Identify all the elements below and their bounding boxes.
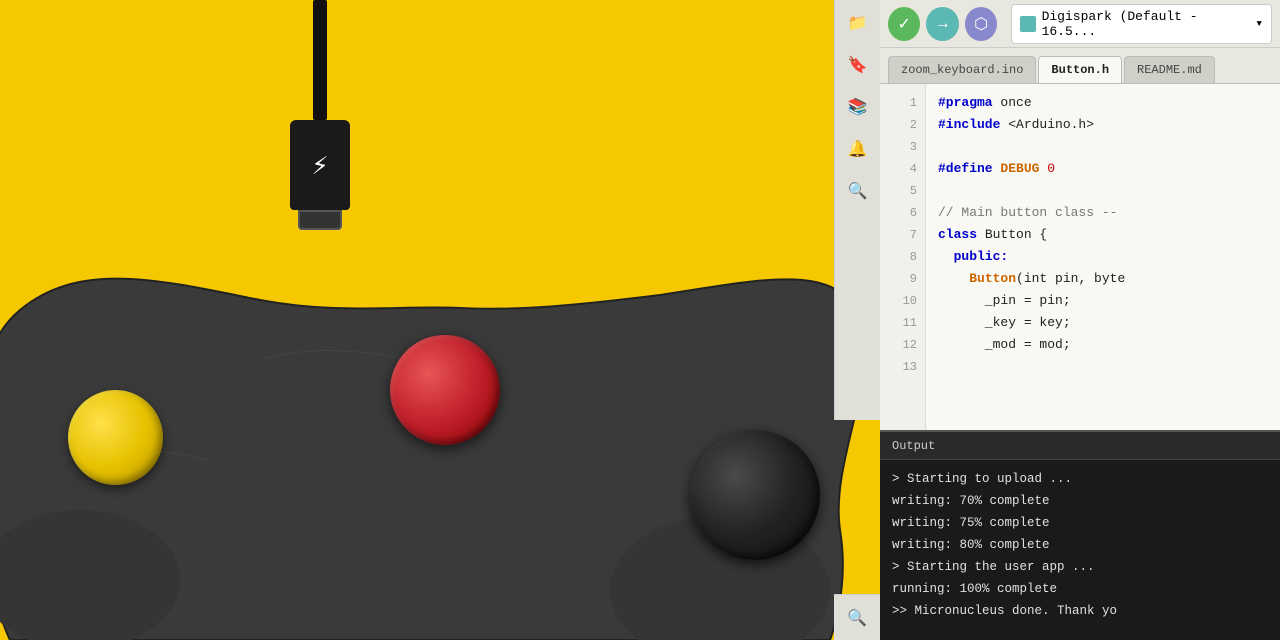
line-num-3: 3 <box>910 136 917 158</box>
tab-readme[interactable]: README.md <box>1124 56 1215 83</box>
line-num-6: 6 <box>910 202 917 224</box>
debug-button[interactable]: ⬡ <box>965 7 997 41</box>
black-button <box>690 430 820 560</box>
output-line-3: writing: 75% complete <box>892 512 1268 534</box>
line-num-9: 9 <box>910 268 917 290</box>
ide-toolbar: ✓ → ⬡ Digispark (Default - 16.5... ▾ <box>880 0 1280 48</box>
line-numbers: 1 2 3 4 5 6 7 8 9 10 11 12 13 <box>880 84 926 430</box>
line-num-2: 2 <box>910 114 917 136</box>
code-line-10: _pin = pin; <box>938 290 1268 312</box>
output-panel: Output > Starting to upload ... writing:… <box>880 430 1280 640</box>
code-line-7: class Button { <box>938 224 1268 246</box>
board-icon <box>1020 16 1035 32</box>
ide-sidebar: 📁 🔖 📚 🔔 🔍 <box>834 0 880 420</box>
usb-cable <box>313 0 327 120</box>
output-header: Output <box>880 432 1280 460</box>
output-line-4: writing: 80% complete <box>892 534 1268 556</box>
code-line-2: #include <Arduino.h> <box>938 114 1268 136</box>
line-num-4: 4 <box>910 158 917 180</box>
sidebar-debug-icon[interactable]: 🔔 <box>843 134 873 164</box>
sidebar-bookmark-icon[interactable]: 🔖 <box>843 50 873 80</box>
code-line-11: _key = key; <box>938 312 1268 334</box>
output-line-7: >> Micronucleus done. Thank yo <box>892 600 1268 622</box>
line-num-5: 5 <box>910 180 917 202</box>
sidebar-search-icon[interactable]: 🔍 <box>843 176 873 206</box>
code-line-3 <box>938 136 1268 158</box>
code-lines: #pragma once #include <Arduino.h> #defin… <box>926 84 1280 430</box>
photo-area: ⚡ <box>0 0 880 640</box>
code-line-9: Button(int pin, byte <box>938 268 1268 290</box>
output-label: Output <box>892 439 935 453</box>
line-num-10: 10 <box>903 290 917 312</box>
dropdown-arrow-icon: ▾ <box>1255 16 1263 31</box>
code-editor[interactable]: 1 2 3 4 5 6 7 8 9 10 11 12 13 #pragma on… <box>880 84 1280 430</box>
line-num-7: 7 <box>910 224 917 246</box>
output-line-5: > Starting the user app ... <box>892 556 1268 578</box>
check-button[interactable]: ✓ <box>888 7 920 41</box>
ide-area: ✓ → ⬡ Digispark (Default - 16.5... ▾ zoo… <box>880 0 1280 640</box>
board-name-label: Digispark (Default - 16.5... <box>1042 9 1250 39</box>
zoom-bottom-icon[interactable]: 🔍 <box>834 594 880 640</box>
sidebar-files-icon[interactable]: 📁 <box>843 8 873 38</box>
file-tabs: zoom_keyboard.ino Button.h README.md <box>880 48 1280 84</box>
line-num-8: 8 <box>910 246 917 268</box>
tab-zoom-keyboard[interactable]: zoom_keyboard.ino <box>888 56 1036 83</box>
code-line-13 <box>938 356 1268 378</box>
tab-button-h[interactable]: Button.h <box>1038 56 1122 83</box>
board-selector[interactable]: Digispark (Default - 16.5... ▾ <box>1011 4 1272 44</box>
line-num-1: 1 <box>910 92 917 114</box>
line-num-13: 13 <box>903 356 917 378</box>
code-line-8: public: <box>938 246 1268 268</box>
output-line-6: running: 100% complete <box>892 578 1268 600</box>
code-line-4: #define DEBUG 0 <box>938 158 1268 180</box>
output-content[interactable]: > Starting to upload ... writing: 70% co… <box>880 460 1280 640</box>
line-num-12: 12 <box>903 334 917 356</box>
code-line-1: #pragma once <box>938 92 1268 114</box>
code-line-12: _mod = mod; <box>938 334 1268 356</box>
output-line-1: > Starting to upload ... <box>892 468 1268 490</box>
output-line-2: writing: 70% complete <box>892 490 1268 512</box>
code-line-5 <box>938 180 1268 202</box>
yellow-button <box>68 390 163 485</box>
red-button <box>390 335 500 445</box>
sidebar-library-icon[interactable]: 📚 <box>843 92 873 122</box>
line-num-11: 11 <box>903 312 917 334</box>
upload-button[interactable]: → <box>926 7 958 41</box>
code-line-6: // Main button class -- <box>938 202 1268 224</box>
